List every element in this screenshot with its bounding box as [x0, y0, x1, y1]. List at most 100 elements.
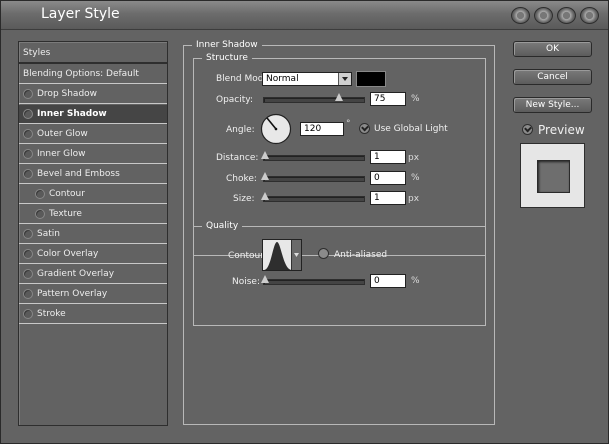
style-item-bevel-and-emboss[interactable]: Bevel and Emboss	[19, 165, 167, 184]
style-item-texture[interactable]: Texture	[19, 205, 167, 224]
styles-list: Styles Blending Options: Default Drop Sha…	[18, 41, 168, 426]
inner-shadow-group: Inner Shadow Structure Blend Mode: Norma…	[183, 40, 495, 425]
ok-button[interactable]: OK	[513, 41, 592, 57]
size-field[interactable]: 1	[370, 191, 406, 205]
use-global-light-label: Use Global Light	[374, 124, 448, 134]
anti-aliased-label: Anti-aliased	[334, 250, 388, 260]
blend-mode-value: Normal	[266, 74, 299, 84]
style-item-color-overlay[interactable]: Color Overlay	[19, 245, 167, 264]
window-title: Layer Style	[41, 6, 120, 22]
contour-curve-icon	[264, 242, 292, 270]
style-checkbox-icon[interactable]	[23, 269, 33, 279]
blend-mode-select[interactable]: Normal	[262, 72, 352, 86]
angle-unit: °	[346, 119, 351, 129]
anti-aliased-checkbox[interactable]	[318, 248, 329, 259]
style-item-blending-options-default[interactable]: Blending Options: Default	[19, 65, 167, 84]
style-item-label: Drop Shadow	[37, 89, 98, 99]
style-checkbox-icon[interactable]	[23, 89, 33, 99]
window-button-3-icon[interactable]	[557, 7, 576, 24]
preview-checkbox[interactable]	[522, 124, 533, 135]
style-item-inner-shadow[interactable]: Inner Shadow	[19, 105, 167, 124]
style-item-pattern-overlay[interactable]: Pattern Overlay	[19, 285, 167, 304]
cancel-button[interactable]: Cancel	[513, 69, 592, 85]
style-item-contour[interactable]: Contour	[19, 185, 167, 204]
title-bar: Layer Style	[1, 1, 608, 30]
style-item-outer-glow[interactable]: Outer Glow	[19, 125, 167, 144]
noise-slider[interactable]	[261, 275, 365, 285]
window-button-1-icon[interactable]	[511, 7, 530, 24]
style-item-label: Contour	[49, 189, 85, 199]
opacity-field[interactable]: 75	[370, 92, 406, 106]
style-checkbox-icon[interactable]	[35, 209, 45, 219]
style-item-label: Pattern Overlay	[37, 289, 108, 299]
styles-header-label: Styles	[23, 48, 51, 58]
opacity-slider-thumb[interactable]	[335, 93, 343, 101]
shadow-color-swatch[interactable]	[356, 71, 386, 87]
style-item-label: Satin	[37, 229, 60, 239]
preview-swatch	[520, 143, 585, 208]
size-slider-thumb[interactable]	[261, 192, 269, 200]
style-checkbox-icon[interactable]	[23, 149, 33, 159]
style-item-label: Blending Options: Default	[23, 69, 139, 79]
distance-slider-thumb[interactable]	[261, 151, 269, 159]
inner-shadow-title: Inner Shadow	[192, 40, 262, 50]
preview-label: Preview	[538, 123, 585, 137]
style-item-drop-shadow[interactable]: Drop Shadow	[19, 85, 167, 104]
style-checkbox-icon[interactable]	[23, 289, 33, 299]
contour-label: Contour:	[228, 251, 267, 261]
chevron-down-icon	[291, 240, 301, 270]
style-checkbox-icon[interactable]	[23, 129, 33, 139]
quality-title: Quality	[202, 221, 243, 231]
style-item-label: Outer Glow	[37, 129, 88, 139]
structure-title: Structure	[202, 53, 252, 63]
style-item-label: Inner Glow	[37, 149, 86, 159]
styles-header: Styles	[19, 42, 167, 64]
opacity-unit: %	[411, 94, 420, 104]
style-item-inner-glow[interactable]: Inner Glow	[19, 145, 167, 164]
chevron-down-icon	[338, 73, 351, 85]
style-checkbox-icon[interactable]	[23, 109, 33, 119]
choke-unit: %	[411, 173, 420, 183]
window-button-2-icon[interactable]	[534, 7, 553, 24]
style-item-label: Color Overlay	[37, 249, 99, 259]
style-item-label: Inner Shadow	[37, 109, 107, 119]
style-checkbox-icon[interactable]	[23, 229, 33, 239]
style-checkbox-icon[interactable]	[23, 249, 33, 259]
distance-slider[interactable]	[261, 151, 365, 161]
window-close-icon[interactable]	[580, 7, 599, 24]
noise-unit: %	[411, 276, 420, 286]
choke-label: Choke:	[226, 174, 257, 184]
style-item-satin[interactable]: Satin	[19, 225, 167, 244]
style-item-gradient-overlay[interactable]: Gradient Overlay	[19, 265, 167, 284]
new-style-button[interactable]: New Style...	[513, 97, 592, 113]
choke-slider[interactable]	[261, 172, 365, 182]
style-item-label: Stroke	[37, 309, 66, 319]
size-label: Size:	[233, 194, 255, 204]
style-checkbox-icon[interactable]	[23, 169, 33, 179]
angle-label: Angle:	[226, 125, 255, 135]
noise-slider-thumb[interactable]	[261, 275, 269, 283]
distance-field[interactable]: 1	[370, 150, 406, 164]
size-unit: px	[408, 194, 420, 204]
style-item-label: Texture	[49, 209, 82, 219]
layer-style-dialog: Layer Style Styles Blending Options: Def…	[0, 0, 609, 444]
distance-unit: px	[408, 153, 420, 163]
opacity-slider[interactable]	[263, 93, 365, 103]
style-item-label: Gradient Overlay	[37, 269, 115, 279]
preview-square	[537, 160, 570, 193]
size-slider[interactable]	[261, 192, 365, 202]
style-item-label: Bevel and Emboss	[37, 169, 120, 179]
style-item-stroke[interactable]: Stroke	[19, 305, 167, 324]
style-checkbox-icon[interactable]	[23, 309, 33, 319]
angle-field[interactable]: 120	[300, 122, 344, 136]
noise-label: Noise:	[232, 277, 260, 287]
contour-picker[interactable]	[262, 239, 302, 271]
quality-group: Quality Contour: Anti-aliased Noise: 0 %	[193, 221, 486, 326]
noise-field[interactable]: 0	[370, 274, 406, 288]
distance-label: Distance:	[216, 153, 259, 163]
use-global-light-checkbox[interactable]	[359, 123, 370, 134]
angle-dial-icon[interactable]	[260, 113, 292, 145]
style-checkbox-icon[interactable]	[35, 189, 45, 199]
choke-slider-thumb[interactable]	[261, 172, 269, 180]
choke-field[interactable]: 0	[370, 171, 406, 185]
